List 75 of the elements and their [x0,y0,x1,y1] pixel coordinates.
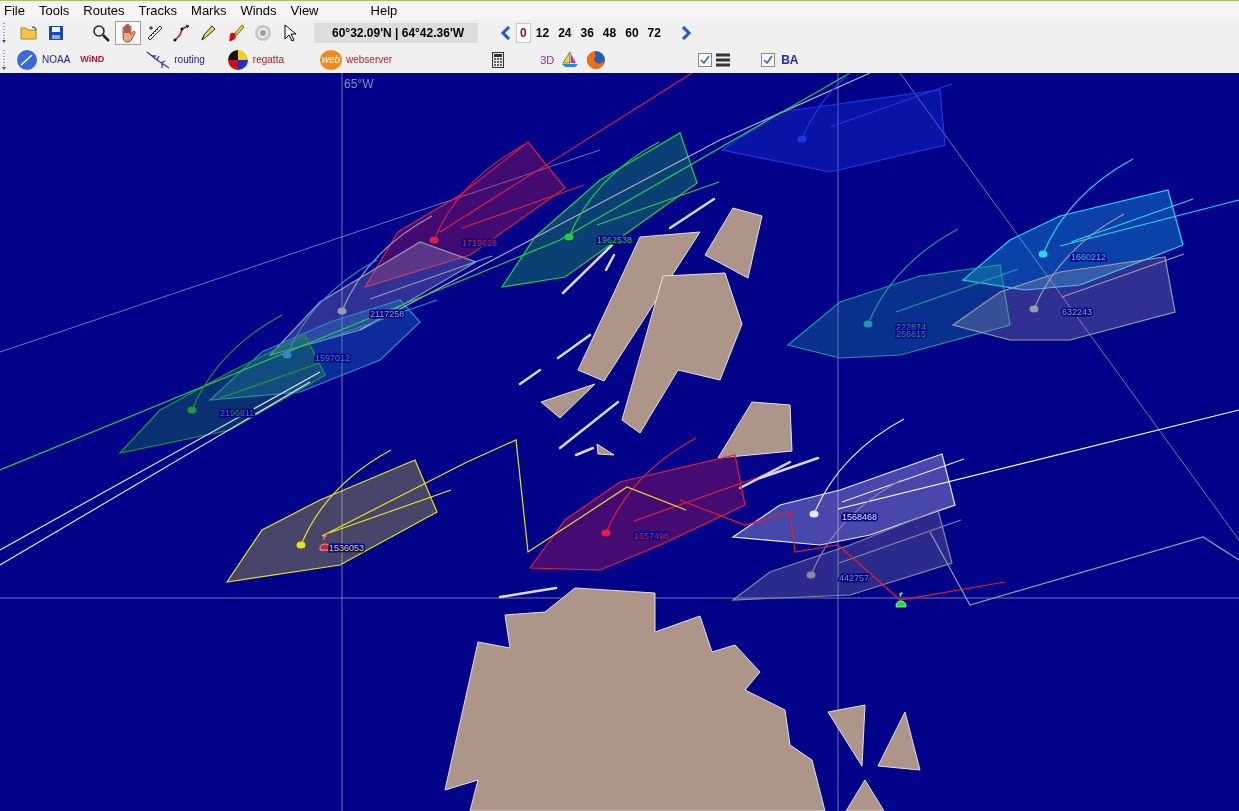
boat-dot[interactable] [429,236,439,244]
boat-dot[interactable] [863,320,873,328]
boat-id-label: 1657498 [634,531,670,541]
meridian-label: 65°W [344,77,374,91]
menu-item[interactable]: View [290,3,327,18]
forecast-hour[interactable]: 60 [621,23,643,43]
checkbox[interactable] [698,52,713,67]
search-icon [92,24,110,42]
sailboat-icon[interactable] [560,49,581,70]
forecast-hour[interactable]: 36 [576,23,598,43]
land-mass [596,443,615,456]
menu-item[interactable]: Winds [240,3,285,18]
ice-sliver [668,197,716,230]
ruler-icon [146,24,164,42]
boat-dot[interactable] [564,233,574,241]
branch-icon[interactable] [146,49,171,70]
pencil-icon [200,24,218,42]
boat-dot[interactable] [337,307,347,315]
hand-icon [119,23,137,43]
ice-sliver [498,586,558,599]
target-icon [254,24,272,42]
ice-sliver [758,456,820,480]
browser-icon[interactable] [586,49,607,70]
layers-icon[interactable] [715,52,732,67]
routing-label[interactable]: routing [174,54,205,65]
paint-icon [227,24,245,42]
forecast-hour[interactable]: 0 [516,23,531,43]
land-mass [845,779,885,811]
pointer-icon [283,24,297,42]
route-icon [173,24,191,42]
forecast-hour[interactable]: 24 [554,23,576,43]
ice-sliver [518,368,542,386]
toolbar-grip-icon[interactable] [2,22,6,44]
noaa-label[interactable]: NOAA [42,54,71,65]
boat-dot[interactable] [806,571,816,579]
boat-dot[interactable] [282,351,292,359]
boat-dot[interactable] [809,510,819,518]
boat-dot[interactable] [296,541,306,549]
menu-item[interactable]: Marks [191,3,235,18]
menu-item[interactable]: Tracks [138,3,186,18]
menu-item[interactable]: Routes [83,3,133,18]
forecast-hour[interactable]: 72 [643,23,665,43]
boat-id-label: 1568468 [842,512,878,522]
folder-icon [20,25,38,41]
start-mark-icon[interactable] [319,535,331,551]
ice-sliver [556,333,592,360]
toolbar-grip-icon[interactable] [2,48,6,71]
boat-id-label: 1660212 [1071,252,1107,262]
forecast-hour[interactable]: 12 [531,23,554,43]
regatta-icon[interactable] [226,48,249,71]
forecast-hour[interactable]: 48 [598,23,621,43]
regatta-label[interactable]: regatta [252,54,284,65]
save-icon [48,25,64,41]
boat-dot[interactable] [1029,305,1039,313]
boat-dot[interactable] [797,135,807,143]
boat-id-label: 1536053 [329,543,365,553]
webserver-label[interactable]: webserver [346,54,393,65]
boat-id-label: 632243 [1062,307,1093,317]
menu-item[interactable]: Tools [38,3,78,18]
wind-logo[interactable]: WiND [80,55,105,64]
calculator-icon[interactable] [492,51,505,68]
ice-sliver [738,460,792,490]
menu-item[interactable]: Help [370,3,406,18]
land-mass [877,711,921,771]
boat-dot[interactable] [187,406,197,414]
menu-item[interactable]: File [4,3,33,18]
3d-view-button[interactable]: 3D [540,53,555,66]
boat-dot[interactable] [1038,250,1048,258]
finish-mark-icon[interactable] [895,592,907,608]
checkbox[interactable] [761,52,776,67]
boat-id-label: 442757 [839,573,870,583]
boat-dot[interactable] [601,529,611,537]
globe-icon[interactable] [16,48,38,71]
ba-label[interactable]: BA [781,52,799,67]
coordinates-display: 60°32.09'N | 64°42.36'W [314,23,479,43]
